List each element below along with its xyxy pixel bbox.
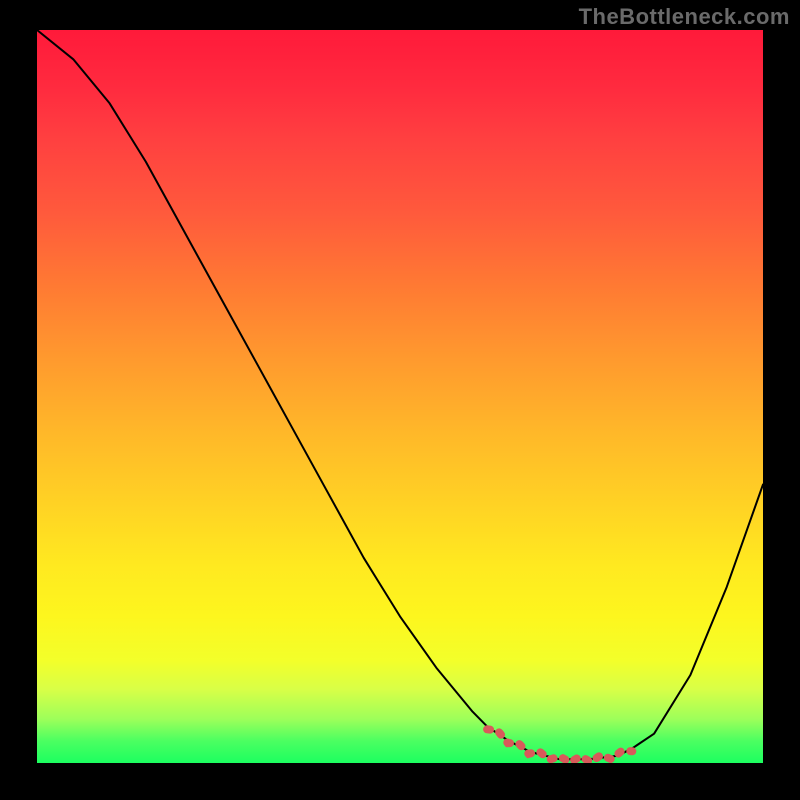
chart-container: TheBottleneck.com [0, 0, 800, 800]
optimal-range-marker [487, 729, 632, 762]
plot-area [37, 30, 763, 763]
bottleneck-curve [37, 30, 763, 759]
watermark: TheBottleneck.com [579, 4, 790, 30]
curve-layer [37, 30, 763, 763]
